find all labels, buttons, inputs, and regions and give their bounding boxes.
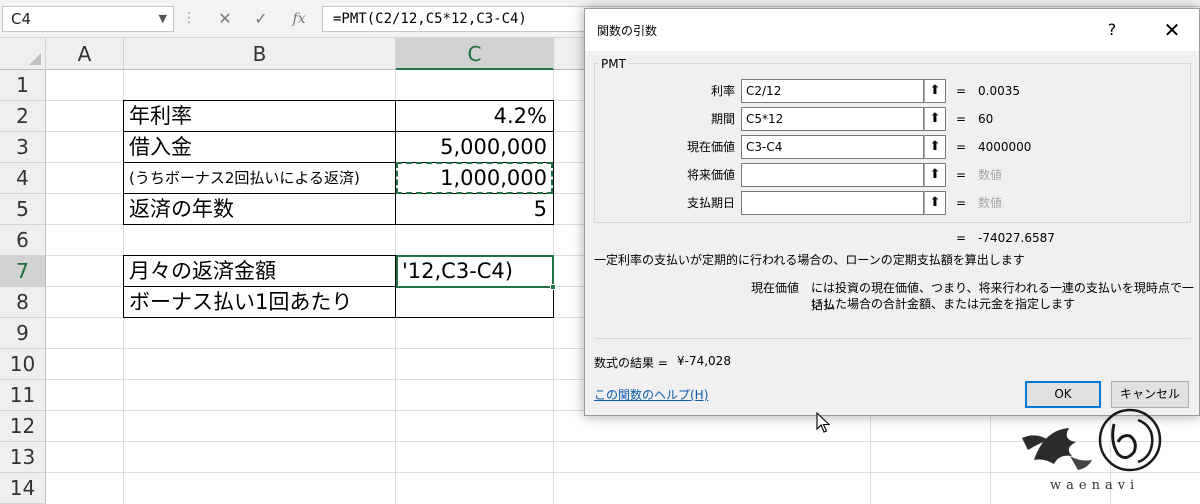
arg-input-fv[interactable] [741, 163, 924, 187]
row-header-11[interactable]: 11 [0, 380, 46, 411]
formula-result-value: ¥-74,028 [677, 354, 731, 368]
separator [594, 338, 1191, 339]
equals-sign: = [956, 84, 967, 98]
fill-handle[interactable] [550, 284, 556, 290]
help-button[interactable]: ? [1097, 17, 1127, 43]
row-header-4[interactable]: 4 [0, 163, 46, 194]
row-header-2[interactable]: 2 [0, 101, 46, 132]
column-header-a[interactable]: A [46, 38, 124, 70]
select-all-button[interactable] [0, 38, 46, 70]
row-header-1[interactable]: 1 [0, 70, 46, 101]
copy-marquee [396, 162, 553, 194]
close-button[interactable]: ✕ [1157, 17, 1187, 43]
column-header-c[interactable]: C [396, 38, 554, 70]
name-box[interactable]: C4 ▼ [2, 6, 174, 32]
column-header-b[interactable]: B [124, 38, 396, 70]
cell-b5[interactable]: 返済の年数 [124, 194, 396, 225]
dialog-title: 関数の引数 [597, 24, 658, 38]
arg-result-pv: 4000000 [978, 140, 1032, 154]
cell-b2[interactable]: 年利率 [124, 101, 396, 132]
mouse-pointer-icon [816, 412, 830, 433]
row-header-10[interactable]: 10 [0, 349, 46, 380]
cell-b7[interactable]: 月々の返済金額 [124, 256, 396, 287]
chevron-down-icon[interactable]: ▼ [159, 7, 167, 31]
equals-sign: = [956, 231, 967, 245]
function-name-label: PMT [599, 57, 628, 71]
collapse-dialog-icon[interactable]: ⬆ [924, 107, 946, 131]
arg-input-nper[interactable]: C5*12 [741, 107, 924, 131]
collapse-dialog-icon[interactable]: ⬆ [924, 135, 946, 159]
arg-label-fv: 将来価値 [686, 168, 735, 182]
arg-label-type: 支払期日 [686, 196, 735, 210]
watermark-text: waenavi [1050, 478, 1140, 493]
dialog-titlebar[interactable]: 関数の引数 ? ✕ [585, 9, 1199, 51]
row-header-8[interactable]: 8 [0, 287, 46, 318]
collapse-dialog-icon[interactable]: ⬆ [924, 163, 946, 187]
cell-b3[interactable]: 借入金 [124, 132, 396, 163]
arg-label-rate: 利率 [710, 84, 735, 98]
cell-b4[interactable]: (うちボーナス2回払いによる返済) [124, 163, 396, 194]
arg-input-rate[interactable]: C2/12 [741, 79, 924, 103]
row-header-12[interactable]: 12 [0, 411, 46, 442]
overall-result: -74027.6587 [978, 231, 1055, 245]
row-header-13[interactable]: 13 [0, 442, 46, 473]
name-box-value: C4 [11, 10, 32, 28]
row-header-3[interactable]: 3 [0, 132, 46, 163]
collapse-dialog-icon[interactable]: ⬆ [924, 191, 946, 215]
drag-handle-icon[interactable]: ⋮ [180, 6, 198, 32]
row-header-6[interactable]: 6 [0, 225, 46, 256]
equals-sign: = [956, 196, 967, 210]
row-header-5[interactable]: 5 [0, 194, 46, 225]
insert-function-icon[interactable]: fx [284, 6, 314, 32]
row-header-7[interactable]: 7 [0, 256, 46, 287]
arg-input-pv[interactable]: C3-C4 [741, 135, 924, 159]
cancel-icon[interactable]: ✕ [210, 6, 240, 32]
active-cell-border [396, 255, 554, 288]
arg-result-rate: 0.0035 [978, 84, 1020, 98]
cell-c3[interactable]: 5,000,000 [396, 132, 553, 163]
cell-c5[interactable]: 5 [396, 194, 553, 225]
collapse-dialog-icon[interactable]: ⬆ [924, 79, 946, 103]
equals-sign: = [956, 112, 967, 126]
row-header-9[interactable]: 9 [0, 318, 46, 349]
function-help-link[interactable]: この関数のヘルプ(H) [594, 386, 708, 403]
row-header-14[interactable]: 14 [0, 473, 46, 504]
function-arguments-dialog: 関数の引数 ? ✕ PMT 利率 C2/12 ⬆ = 0.0035 期間 C5*… [584, 8, 1200, 416]
equals-sign: = [956, 168, 967, 182]
equals-sign: = [956, 140, 967, 154]
arg-label-pv: 現在価値 [686, 140, 735, 154]
arg-help-name: 現在価値 [751, 281, 800, 295]
select-all-icon [29, 53, 41, 65]
enter-icon[interactable]: ✓ [246, 6, 276, 32]
formula-result-label: 数式の結果 = [594, 356, 668, 370]
cell-c2[interactable]: 4.2% [396, 101, 553, 132]
arg-input-type[interactable] [741, 191, 924, 215]
arg-result-fv: 数値 [978, 168, 1003, 182]
arg-result-type: 数値 [978, 196, 1003, 210]
formula-bar-icons: ✕ ✓ fx [204, 6, 322, 32]
function-description: 一定利率の支払いが定期的に行われる場合の、ローンの定期支払額を算出します [594, 253, 1025, 267]
arg-result-nper: 60 [978, 112, 994, 126]
arg-help-line-2: いした場合の合計金額、または元金を指定します [811, 297, 1076, 311]
arg-label-nper: 期間 [710, 112, 735, 126]
cell-b8[interactable]: ボーナス払い1回あたり [124, 287, 396, 318]
